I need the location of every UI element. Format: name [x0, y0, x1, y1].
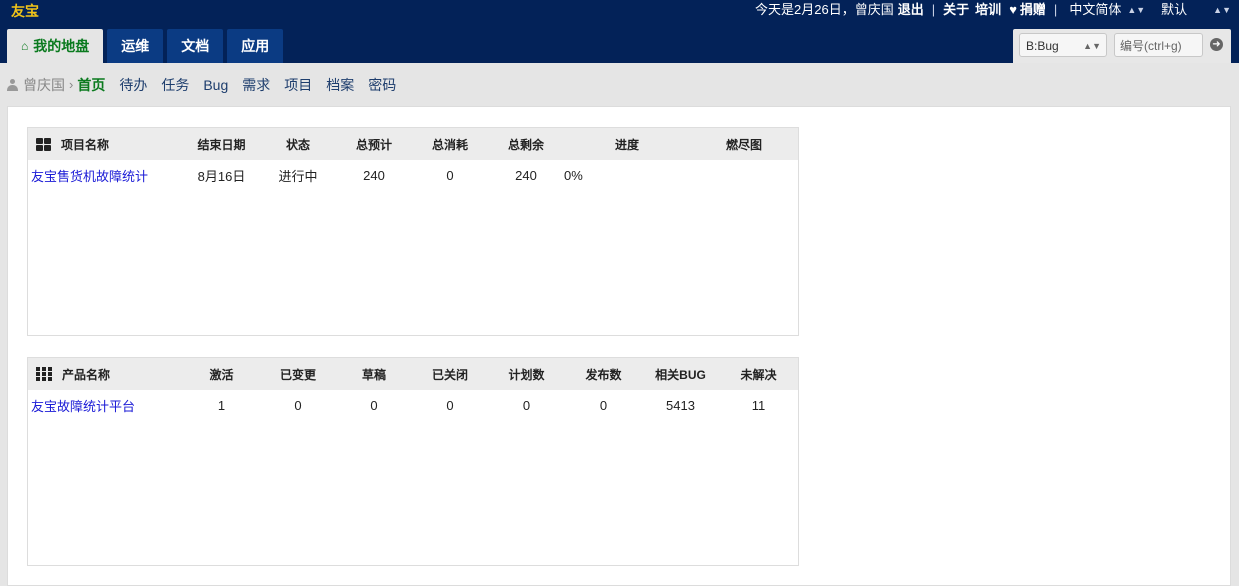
column-header: 发布数 — [585, 367, 622, 382]
burndown-cell — [690, 160, 798, 190]
updown-arrow-icon: ▲▼ — [1083, 41, 1101, 51]
subnav-item-story[interactable]: 需求 — [242, 74, 270, 96]
project-table: 项目名称 结束日期 状态 总预计 总消耗 总剩余 进度 燃尽图 友宝售货机故障统… — [28, 128, 798, 190]
release-count-cell: 0 — [599, 397, 608, 413]
separator: | — [931, 2, 936, 17]
product-link[interactable]: 友宝故障统计平台 — [31, 399, 135, 414]
home-icon: ⌂ — [21, 39, 29, 53]
column-header: 总剩余 — [507, 137, 544, 152]
donate-label: 捐赠 — [1019, 2, 1046, 17]
tab-label: 应用 — [241, 38, 270, 54]
column-header: 草稿 — [361, 367, 386, 382]
language-label: 中文简体 — [1069, 2, 1122, 17]
project-panel: 项目名称 结束日期 状态 总预计 总消耗 总剩余 进度 燃尽图 友宝售货机故障统… — [27, 127, 799, 336]
column-header: 计划数 — [508, 367, 545, 382]
closed-count-cell: 0 — [446, 397, 454, 413]
subnav-item-profile[interactable]: 档案 — [326, 74, 354, 96]
sub-nav: 曾庆国 › 首页 待办 任务 Bug 需求 项目 档案 密码 — [7, 74, 410, 96]
theme-select[interactable]: 默认 ▲▼ — [1161, 1, 1231, 19]
id-search-input[interactable]: 编号(ctrl+g) — [1114, 33, 1203, 57]
project-name-cell: 友宝售货机故障统计 — [28, 160, 183, 190]
plan-count-cell: 0 — [522, 397, 531, 413]
left-cell: 240 — [515, 167, 537, 183]
quick-search: B:Bug ▲▼ 编号(ctrl+g) ➜ — [1013, 29, 1231, 63]
bug-count-cell: 5413 — [666, 397, 695, 413]
object-type-select[interactable]: B:Bug ▲▼ — [1019, 33, 1107, 57]
tab-label: 我的地盘 — [33, 38, 90, 54]
column-header: 产品名称 — [28, 358, 183, 390]
column-header: 已变更 — [279, 367, 316, 382]
unresolved-count-cell: 11 — [751, 397, 766, 413]
subnav-item-task[interactable]: 任务 — [161, 74, 189, 96]
main-content: 项目名称 结束日期 状态 总预计 总消耗 总剩余 进度 燃尽图 友宝售货机故障统… — [7, 106, 1231, 586]
theme-label: 默认 — [1161, 2, 1188, 17]
tab-my-dashboard[interactable]: ⌂ 我的地盘 — [7, 29, 104, 63]
grid-icon — [36, 366, 52, 381]
main-nav: ⌂ 我的地盘 运维 文档 应用 — [7, 29, 287, 63]
user-name: 曾庆国 — [23, 77, 65, 93]
table-header-row: 产品名称 激活 已变更 草稿 已关闭 计划数 发布数 相关BUG 未解决 — [28, 358, 798, 390]
grid-icon — [36, 137, 51, 151]
tab-ops[interactable]: 运维 — [107, 29, 164, 63]
table-header-row: 项目名称 结束日期 状态 总预计 总消耗 总剩余 进度 燃尽图 — [28, 128, 798, 160]
logout-link[interactable]: 退出 — [898, 1, 924, 19]
updown-arrow-icon: ▲▼ — [1127, 5, 1146, 15]
top-bar: 友宝 今天是2月26日，曾庆国 退出 | 关于 培训 ♥ 捐赠 | 中文简体 ▲… — [0, 0, 1239, 63]
current-user: 曾庆国 — [7, 74, 65, 96]
top-info: 今天是2月26日，曾庆国 退出 | 关于 培训 ♥ 捐赠 | 中文简体 ▲▼ 默… — [755, 1, 1231, 19]
consumed-cell: 0 — [446, 167, 454, 183]
table-row: 友宝售货机故障统计 8月16日 进行中 240 0 240 0% — [28, 160, 798, 190]
column-header: 总预计 — [355, 137, 392, 152]
project-link[interactable]: 友宝售货机故障统计 — [31, 169, 148, 184]
object-type-value: B:Bug — [1026, 39, 1059, 53]
heart-icon: ♥ — [1009, 2, 1017, 17]
column-header: 总消耗 — [431, 137, 468, 152]
column-header: 燃尽图 — [725, 137, 762, 152]
go-arrow-icon[interactable]: ➜ — [1210, 38, 1223, 51]
product-panel: 产品名称 激活 已变更 草稿 已关闭 计划数 发布数 相关BUG 未解决 友宝故… — [27, 357, 799, 566]
subnav-item-todo[interactable]: 待办 — [119, 74, 147, 96]
column-header: 已关闭 — [431, 367, 468, 382]
chevron-right-icon: › — [69, 77, 74, 92]
product-table: 产品名称 激活 已变更 草稿 已关闭 计划数 发布数 相关BUG 未解决 友宝故… — [28, 358, 798, 420]
tab-label: 文档 — [181, 38, 210, 54]
subnav-item-project[interactable]: 项目 — [284, 74, 312, 96]
donate-link[interactable]: ♥ 捐赠 — [1009, 1, 1046, 19]
subnav-item-bug[interactable]: Bug — [203, 74, 228, 96]
greeting-text: 今天是2月26日，曾庆国 — [755, 2, 894, 17]
column-header: 激活 — [209, 367, 234, 382]
updown-arrow-icon: ▲▼ — [1213, 5, 1231, 15]
status-cell: 进行中 — [278, 168, 318, 184]
column-header: 结束日期 — [197, 137, 246, 152]
draft-count-cell: 0 — [370, 397, 378, 413]
brand-logo[interactable]: 友宝 — [11, 2, 39, 20]
subnav-item-home[interactable]: 首页 — [77, 74, 105, 96]
changed-count-cell: 0 — [294, 397, 302, 413]
language-select[interactable]: 中文简体 ▲▼ — [1069, 1, 1145, 19]
user-icon — [7, 79, 18, 91]
end-date-cell: 8月16日 — [197, 168, 246, 184]
column-header: 未解决 — [740, 367, 777, 382]
column-header: 进度 — [614, 137, 639, 152]
table-row: 友宝故障统计平台 1 0 0 0 0 0 5413 11 — [28, 390, 798, 420]
product-name-cell: 友宝故障统计平台 — [28, 390, 183, 420]
tab-apps[interactable]: 应用 — [227, 29, 284, 63]
separator: | — [1053, 2, 1058, 17]
estimate-cell: 240 — [363, 167, 385, 183]
tab-docs[interactable]: 文档 — [167, 29, 224, 63]
id-search-placeholder: 编号(ctrl+g) — [1120, 39, 1182, 53]
training-link[interactable]: 培训 — [975, 1, 1001, 19]
active-count-cell: 1 — [217, 397, 226, 413]
tab-label: 运维 — [121, 38, 150, 54]
progress-cell: 0% — [564, 167, 583, 183]
column-header: 状态 — [285, 137, 310, 152]
about-link[interactable]: 关于 — [943, 1, 969, 19]
column-header: 项目名称 — [28, 128, 183, 160]
subnav-item-password[interactable]: 密码 — [368, 74, 396, 96]
column-header: 相关BUG — [655, 367, 706, 382]
